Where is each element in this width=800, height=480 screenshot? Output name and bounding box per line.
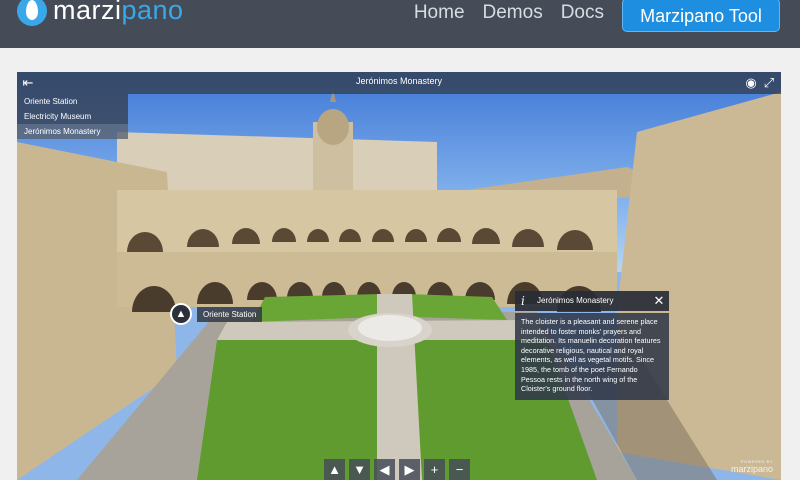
pan-right-button[interactable]: ▶ bbox=[399, 459, 420, 480]
logo-suffix: pano bbox=[121, 0, 184, 25]
zoom-in-button[interactable]: + bbox=[424, 459, 445, 480]
arrow-up-icon[interactable]: ▲ bbox=[170, 303, 192, 325]
view-controls: ▲ ▼ ◀ ▶ + − bbox=[324, 459, 474, 480]
marzipano-tool-button[interactable]: Marzipano Tool bbox=[622, 0, 780, 32]
site-logo[interactable]: marzipano bbox=[17, 0, 184, 26]
zoom-out-button[interactable]: − bbox=[449, 459, 470, 480]
main-nav: Home Demos Docs Marzipano Tool bbox=[396, 0, 780, 32]
logo-icon bbox=[17, 0, 47, 26]
scene-item-electricity-museum[interactable]: Electricity Museum bbox=[17, 109, 128, 124]
hotspot-label: Oriente Station bbox=[197, 306, 263, 322]
top-nav-bar: marzipano Home Demos Docs Marzipano Tool bbox=[0, 0, 800, 48]
fullscreen-icon[interactable]: ⤢ bbox=[761, 75, 777, 91]
tilt-up-button[interactable]: ▲ bbox=[324, 459, 345, 480]
scene-title: Jerónimos Monastery bbox=[355, 76, 443, 86]
nav-demos-link[interactable]: Demos bbox=[483, 0, 543, 24]
link-hotspot[interactable]: ▲ Oriente Station bbox=[170, 303, 263, 325]
info-panel-text: The cloister is a pleasant and serene pl… bbox=[515, 313, 669, 400]
panorama-viewer[interactable]: ⇤ Jerónimos Monastery ◉ ⤢ Oriente Statio… bbox=[17, 72, 781, 480]
viewer-title-bar: ⇤ Jerónimos Monastery ◉ ⤢ bbox=[17, 72, 781, 94]
info-panel-title: Jerónimos Monastery bbox=[537, 296, 614, 305]
scene-item-oriente-station[interactable]: Oriente Station bbox=[17, 94, 128, 109]
powered-by-badge: POWERED BY marzipano bbox=[731, 459, 773, 474]
info-hotspot-panel: i Jerónimos Monastery ✕ The cloister is … bbox=[515, 291, 669, 400]
powered-by-logo: marzipano bbox=[730, 464, 773, 474]
nav-docs-link[interactable]: Docs bbox=[561, 0, 604, 24]
scene-item-jeronimos-monastery[interactable]: Jerónimos Monastery bbox=[17, 124, 128, 139]
scene-list: Oriente Station Electricity Museum Jerón… bbox=[17, 94, 128, 139]
autorotate-icon[interactable]: ◉ bbox=[743, 75, 759, 91]
tilt-down-button[interactable]: ▼ bbox=[349, 459, 370, 480]
close-icon[interactable]: ✕ bbox=[649, 291, 669, 311]
logo-prefix: marzi bbox=[53, 0, 122, 25]
pan-left-button[interactable]: ◀ bbox=[374, 459, 395, 480]
nav-home-link[interactable]: Home bbox=[414, 0, 465, 24]
info-panel-header: i Jerónimos Monastery ✕ bbox=[515, 291, 669, 311]
info-icon: i bbox=[521, 294, 525, 308]
panorama-image bbox=[17, 90, 781, 480]
logo-text: marzipano bbox=[53, 0, 184, 26]
